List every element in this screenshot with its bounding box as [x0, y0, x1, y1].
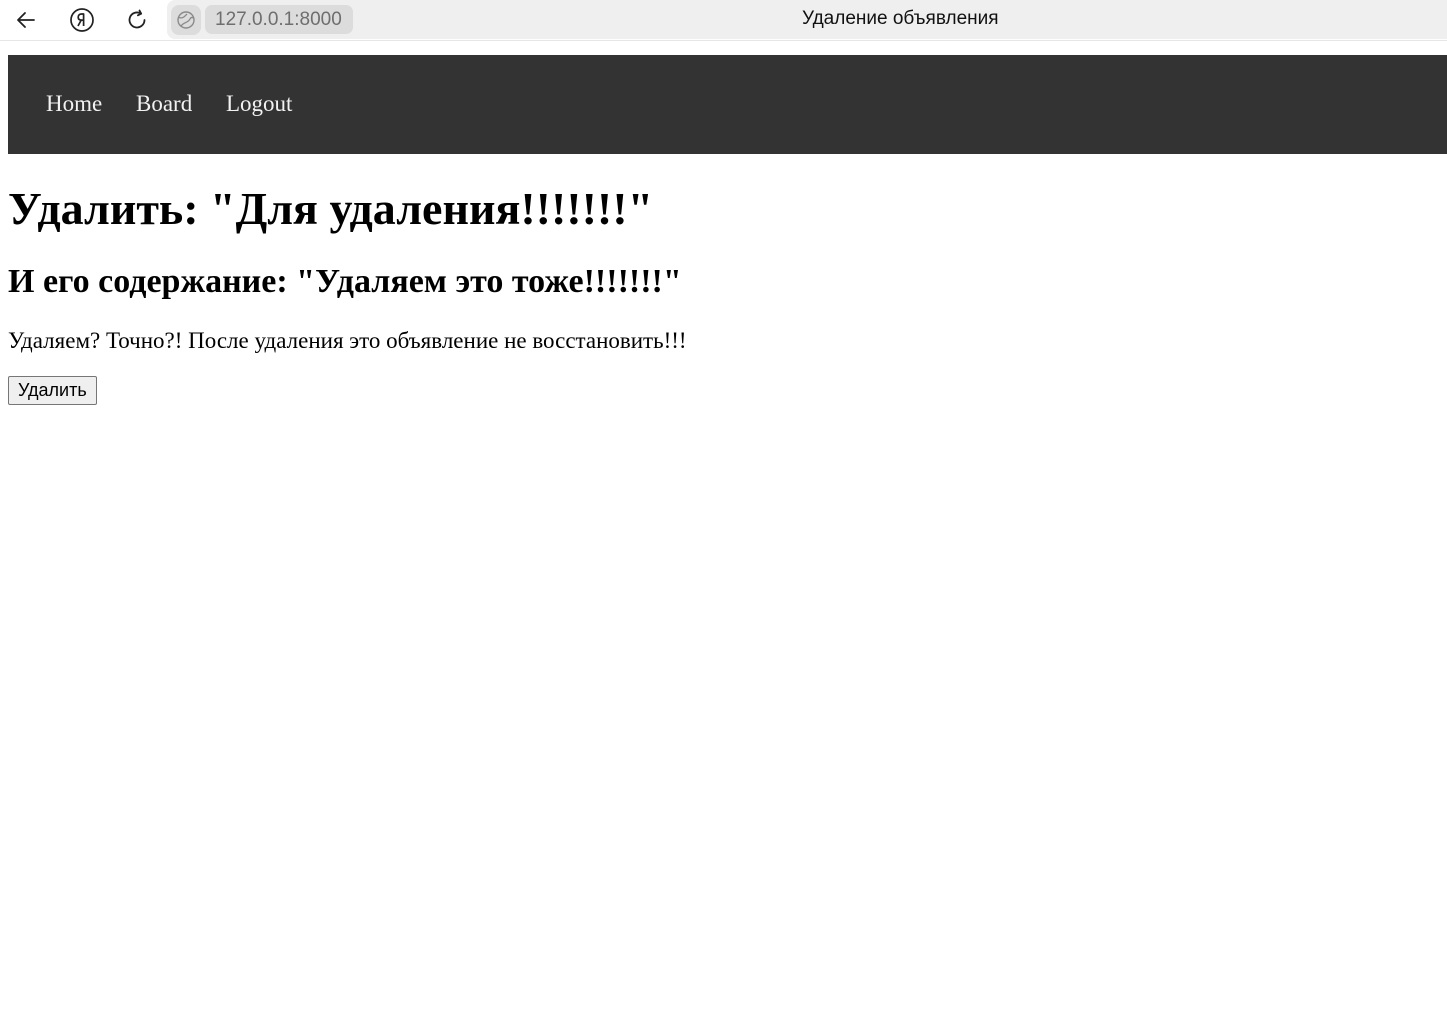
reload-icon — [128, 9, 146, 29]
confirm-message: Удаляем? Точно?! После удаления это объя… — [8, 328, 687, 353]
site-topnav: Home Board Logout — [8, 55, 1447, 154]
browser-toolbar: 127.0.0.1:8000 Удаление объявления — [0, 0, 1447, 41]
back-button[interactable] — [10, 4, 42, 36]
nav-link-logout[interactable]: Logout — [226, 90, 292, 118]
page-title: Удалить: "Для удаления!!!!!!!" — [8, 183, 654, 234]
yandex-logo-icon — [70, 8, 94, 32]
page-tab-title: Удаление объявления — [802, 8, 999, 29]
arrow-left-icon — [17, 12, 35, 28]
nav-link-home[interactable]: Home — [46, 90, 102, 118]
yandex-button[interactable] — [66, 4, 98, 36]
ad-content-heading: И его содержание: "Удаляем это тоже!!!!!… — [8, 263, 682, 300]
url-text[interactable]: 127.0.0.1:8000 — [205, 5, 353, 34]
globe-icon — [177, 11, 195, 29]
reload-button[interactable] — [121, 4, 153, 36]
delete-button[interactable]: Удалить — [8, 376, 97, 405]
site-info-button[interactable] — [171, 5, 201, 35]
toolbar-divider — [0, 40, 1447, 41]
nav-link-board[interactable]: Board — [136, 90, 192, 118]
